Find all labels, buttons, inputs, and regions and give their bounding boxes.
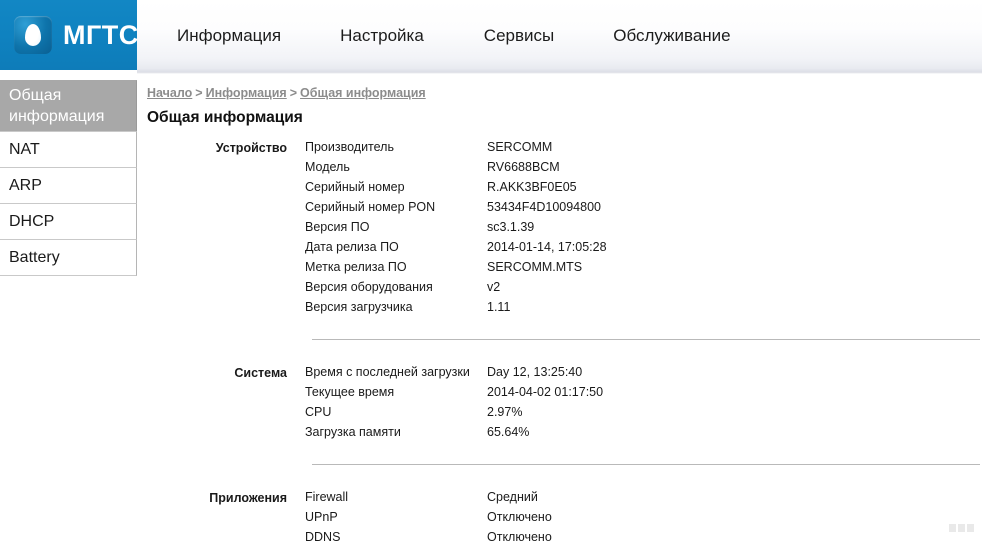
page-title: Общая информация [147, 109, 303, 126]
section-label-system: Система [234, 366, 287, 380]
breadcrumb-link-information[interactable]: Информация [206, 86, 287, 100]
breadcrumb-link-home[interactable]: Начало [147, 86, 192, 100]
sidebar-item-general-information[interactable]: Общая информация [0, 80, 137, 132]
info-key: Дата релиза ПО [305, 240, 399, 254]
info-value: Day 12, 13:25:40 [487, 365, 583, 379]
sidebar-item-dhcp[interactable]: DHCP [0, 203, 137, 240]
section-rows-applications: Firewall Средний UPnP Отключено DDNS Отк… [287, 487, 982, 547]
info-row: Версия ПО sc3.1.39 [305, 217, 982, 237]
info-key: Серийный номер PON [305, 200, 436, 214]
info-value: 2.97% [487, 405, 523, 419]
info-key: Метка релиза ПО [305, 260, 407, 274]
nav-item-maintenance[interactable]: Обслуживание [611, 22, 732, 50]
main-navigation: Информация Настройка Сервисы Обслуживани… [137, 0, 733, 72]
info-key: CPU [305, 405, 332, 419]
brand-name: МГТС [63, 19, 139, 50]
info-row: Версия загрузчика 1.11 [305, 297, 982, 317]
info-key: UPnP [305, 510, 338, 524]
info-value: Отключено [487, 530, 552, 544]
section-rows-device: Производитель SERCOMM Модель RV6688BCM С… [287, 137, 982, 317]
info-row: Firewall Средний [305, 487, 982, 507]
router-admin-page: МГТС Информация Настройка Сервисы Обслуж… [0, 0, 982, 546]
nav-item-information[interactable]: Информация [175, 22, 283, 50]
page-header: МГТС Информация Настройка Сервисы Обслуж… [0, 0, 982, 76]
sidebar-item-label: Battery [9, 249, 60, 266]
header-bottom-divider [137, 72, 982, 74]
info-value: R.AKK3BF0E05 [487, 180, 577, 194]
watermark-block [967, 524, 974, 532]
breadcrumb-separator: > [195, 86, 203, 100]
info-value: 1.11 [487, 300, 511, 314]
info-key: Модель [305, 160, 350, 174]
section-divider [312, 339, 980, 340]
sidebar-navigation: Общая информация NAT ARP DHCP Battery [0, 80, 137, 276]
info-row: Серийный номер R.AKK3BF0E05 [305, 177, 982, 197]
sidebar-item-label: DHCP [9, 213, 55, 230]
info-key: Версия ПО [305, 220, 370, 234]
watermark-block [958, 524, 965, 532]
info-value: Средний [487, 490, 538, 504]
sidebar-item-arp[interactable]: ARP [0, 167, 137, 204]
info-row: Серийный номер PON 53434F4D10094800 [305, 197, 982, 217]
nav-item-services[interactable]: Сервисы [482, 22, 556, 50]
section-label-device: Устройство [215, 141, 287, 155]
info-row: CPU 2.97% [305, 402, 982, 422]
section-label-applications: Приложения [209, 491, 287, 505]
section-applications: Приложения Firewall Средний UPnP Отключе… [147, 487, 982, 547]
sidebar-item-nat[interactable]: NAT [0, 131, 137, 168]
info-row: Загрузка памяти 65.64% [305, 422, 982, 442]
info-value: SERCOMM [487, 140, 553, 154]
sidebar-item-label: Общая информация [9, 87, 105, 125]
nav-item-settings[interactable]: Настройка [338, 22, 426, 50]
info-value: Отключено [487, 510, 552, 524]
info-value: 2014-01-14, 17:05:28 [487, 240, 607, 254]
info-row: Версия оборудования v2 [305, 277, 982, 297]
sidebar-item-battery[interactable]: Battery [0, 239, 137, 276]
info-key: Загрузка памяти [305, 425, 401, 439]
sidebar-item-label: NAT [9, 141, 40, 158]
sidebar-item-label: ARP [9, 177, 42, 194]
info-value: sc3.1.39 [487, 220, 535, 234]
info-value: RV6688BCM [487, 160, 560, 174]
info-key: Производитель [305, 140, 394, 154]
info-key: Текущее время [305, 385, 395, 399]
info-value: 53434F4D10094800 [487, 200, 601, 214]
info-key: DDNS [305, 530, 341, 544]
info-key: Версия загрузчика [305, 300, 413, 314]
info-row: Текущее время 2014-04-02 01:17:50 [305, 382, 982, 402]
info-value: 65.64% [487, 425, 530, 439]
info-row: Метка релиза ПО SERCOMM.MTS [305, 257, 982, 277]
info-row: Дата релиза ПО 2014-01-14, 17:05:28 [305, 237, 982, 257]
info-key: Firewall [305, 490, 349, 504]
breadcrumb: Начало > Информация > Общая информация [147, 85, 982, 101]
info-row: DDNS Отключено [305, 527, 982, 547]
breadcrumb-link-general-information[interactable]: Общая информация [300, 86, 426, 100]
egg-shape [25, 24, 41, 46]
info-key: Время с последней загрузки [305, 365, 470, 379]
info-value: v2 [487, 280, 501, 294]
section-device: Устройство Производитель SERCOMM Модель … [147, 137, 982, 317]
watermark-block [949, 524, 956, 532]
section-rows-system: Время с последней загрузки Day 12, 13:25… [287, 362, 982, 442]
info-key: Версия оборудования [305, 280, 433, 294]
info-value: 2014-04-02 01:17:50 [487, 385, 604, 399]
main-content: Начало > Информация > Общая информация Общая… [147, 85, 982, 547]
section-divider [312, 464, 980, 465]
brand-logo[interactable]: МГТС [0, 0, 139, 70]
info-row: Модель RV6688BCM [305, 157, 982, 177]
info-value: SERCOMM.MTS [487, 260, 583, 274]
info-row: Время с последней загрузки Day 12, 13:25… [305, 362, 982, 382]
info-row: Производитель SERCOMM [305, 137, 982, 157]
info-key: Серийный номер [305, 180, 405, 194]
corner-watermark [949, 524, 974, 532]
section-system: Система Время с последней загрузки Day 1… [147, 362, 982, 442]
egg-drop-icon [14, 16, 52, 54]
info-row: UPnP Отключено [305, 507, 982, 527]
breadcrumb-separator: > [289, 86, 298, 100]
